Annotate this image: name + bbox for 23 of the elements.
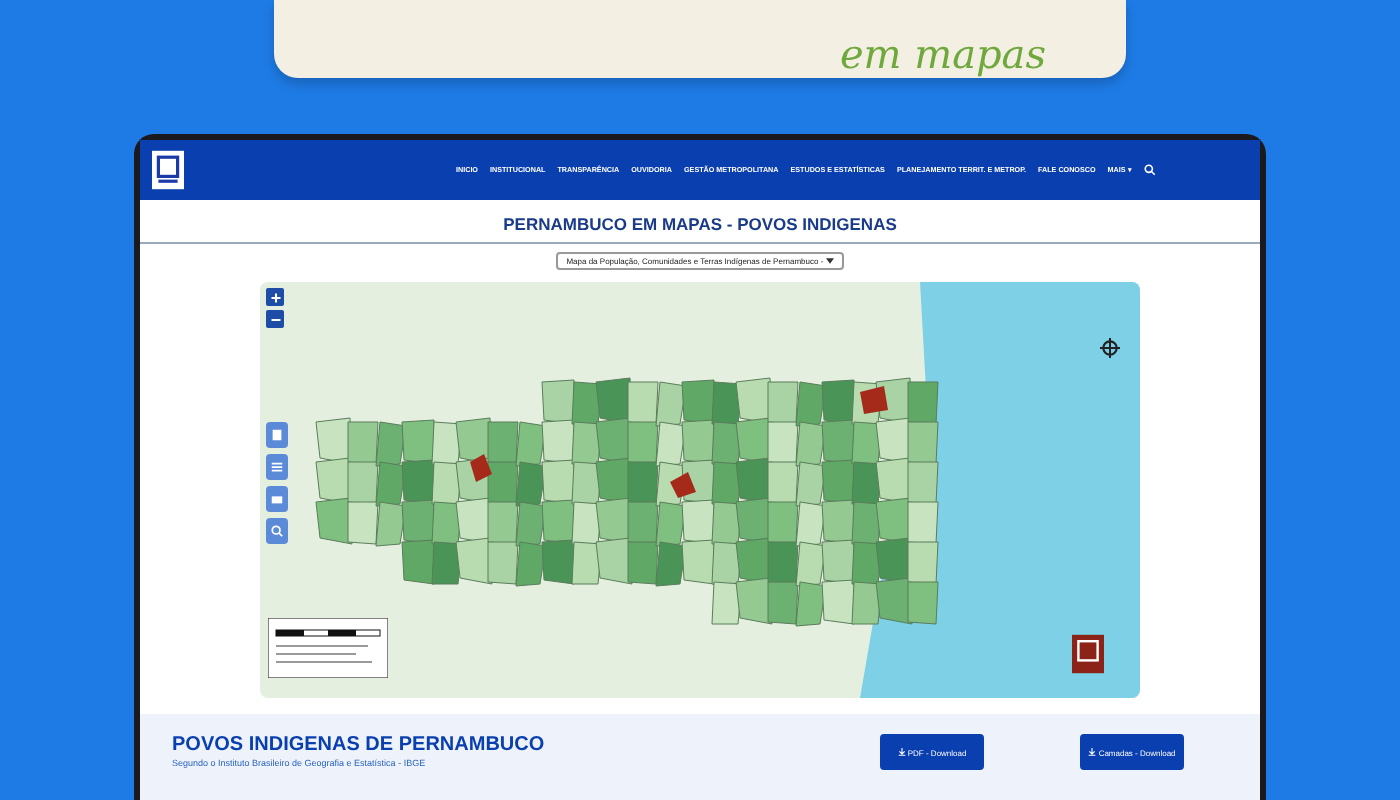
search-icon[interactable] [1143, 164, 1156, 177]
section-title: POVOS INDIGENAS DE PERNAMBUCO [172, 734, 545, 757]
zoom-in-button[interactable] [266, 288, 284, 307]
zoom-out-button[interactable] [266, 310, 284, 329]
crosshair-icon[interactable] [1100, 338, 1120, 359]
layers-button[interactable] [266, 454, 288, 481]
banner-text: em mapas [839, 30, 1046, 79]
download-icon [897, 747, 906, 756]
institution-logo-icon [1072, 634, 1104, 675]
page-title: PERNAMBUCO EM MAPAS - POVOS INDIGENAS [140, 214, 1260, 245]
search-icon [270, 524, 284, 539]
list-icon [270, 460, 284, 475]
search-button[interactable] [266, 518, 288, 545]
document-button[interactable] [266, 422, 288, 449]
plus-icon [269, 291, 281, 304]
scale-bar-icon [268, 618, 388, 679]
caret-icon [825, 258, 834, 265]
logo-icon[interactable] [152, 146, 184, 195]
download-icon [1088, 747, 1097, 756]
document-icon [270, 428, 284, 443]
print-button[interactable] [266, 486, 288, 513]
minus-icon [269, 313, 281, 326]
printer-icon [270, 492, 284, 507]
